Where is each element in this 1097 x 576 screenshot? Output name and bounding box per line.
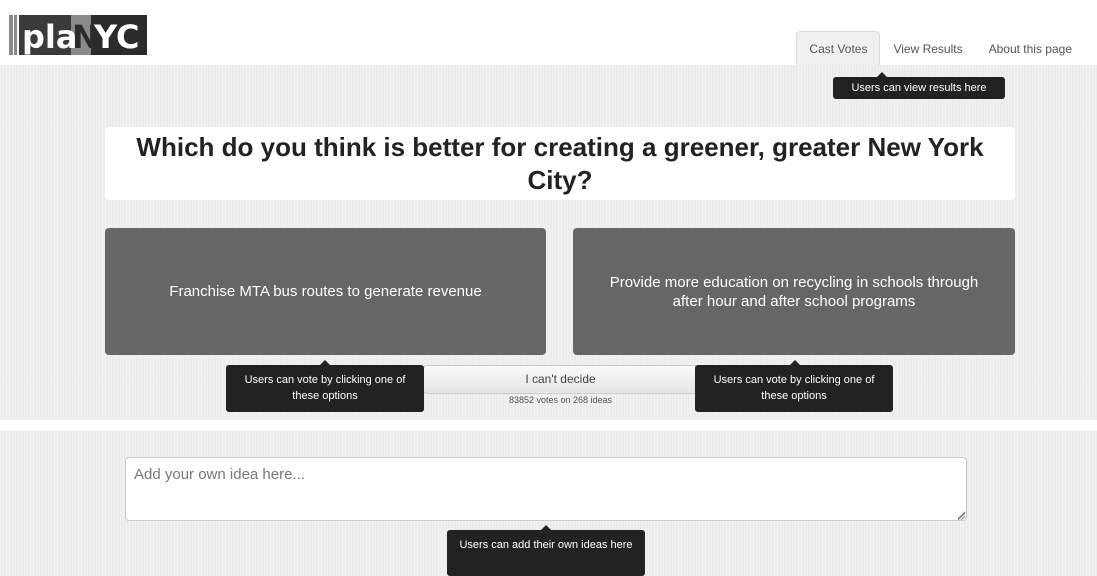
tooltip-add-idea: Users can add their own ideas here (447, 525, 645, 576)
tooltip-vote-right: Users can vote by clicking one of these … (695, 360, 893, 412)
tab-cast-votes[interactable]: Cast Votes (796, 31, 881, 65)
vote-section: Which do you think is better for creatin… (0, 65, 1097, 420)
tooltip-arrow (541, 525, 551, 530)
vote-count: 83852 votes on 268 ideas (508, 395, 613, 405)
question-text: Which do you think is better for creatin… (136, 131, 984, 195)
planyc-logo[interactable]: pla N YC (9, 13, 147, 57)
nav-tabs: Cast Votes View Results About this page (796, 31, 1085, 65)
tooltip-arrow (320, 360, 330, 365)
tooltip-view-results-text: Users can view results here (851, 82, 987, 94)
tooltip-arrow (877, 72, 887, 77)
resize-grip-icon[interactable] (957, 512, 965, 520)
tooltip-vote-left-text: Users can vote by clicking one of these … (244, 374, 406, 402)
tooltip-add-idea-text: Users can add their own ideas here (459, 539, 633, 551)
tooltip-vote-left: Users can vote by clicking one of these … (226, 360, 424, 412)
svg-text:pla: pla (22, 18, 77, 56)
option-right-label: Provide more education on recycling in s… (609, 273, 979, 310)
option-left-label: Franchise MTA bus routes to generate rev… (169, 283, 482, 300)
option-left-button[interactable]: Franchise MTA bus routes to generate rev… (105, 228, 546, 355)
tooltip-arrow (790, 360, 800, 365)
idea-input[interactable] (125, 457, 967, 521)
tooltip-view-results: Users can view results here (833, 72, 1005, 99)
tab-about[interactable]: About this page (976, 31, 1085, 65)
cant-decide-button[interactable]: I can't decide (423, 365, 698, 394)
tab-view-results[interactable]: View Results (880, 31, 975, 65)
question-box: Which do you think is better for creatin… (105, 127, 1015, 200)
tooltip-vote-right-text: Users can vote by clicking one of these … (713, 374, 875, 402)
svg-text:YC: YC (93, 18, 140, 56)
header: pla N YC Cast Votes View Results About t… (0, 0, 1097, 65)
option-right-button[interactable]: Provide more education on recycling in s… (573, 228, 1015, 355)
